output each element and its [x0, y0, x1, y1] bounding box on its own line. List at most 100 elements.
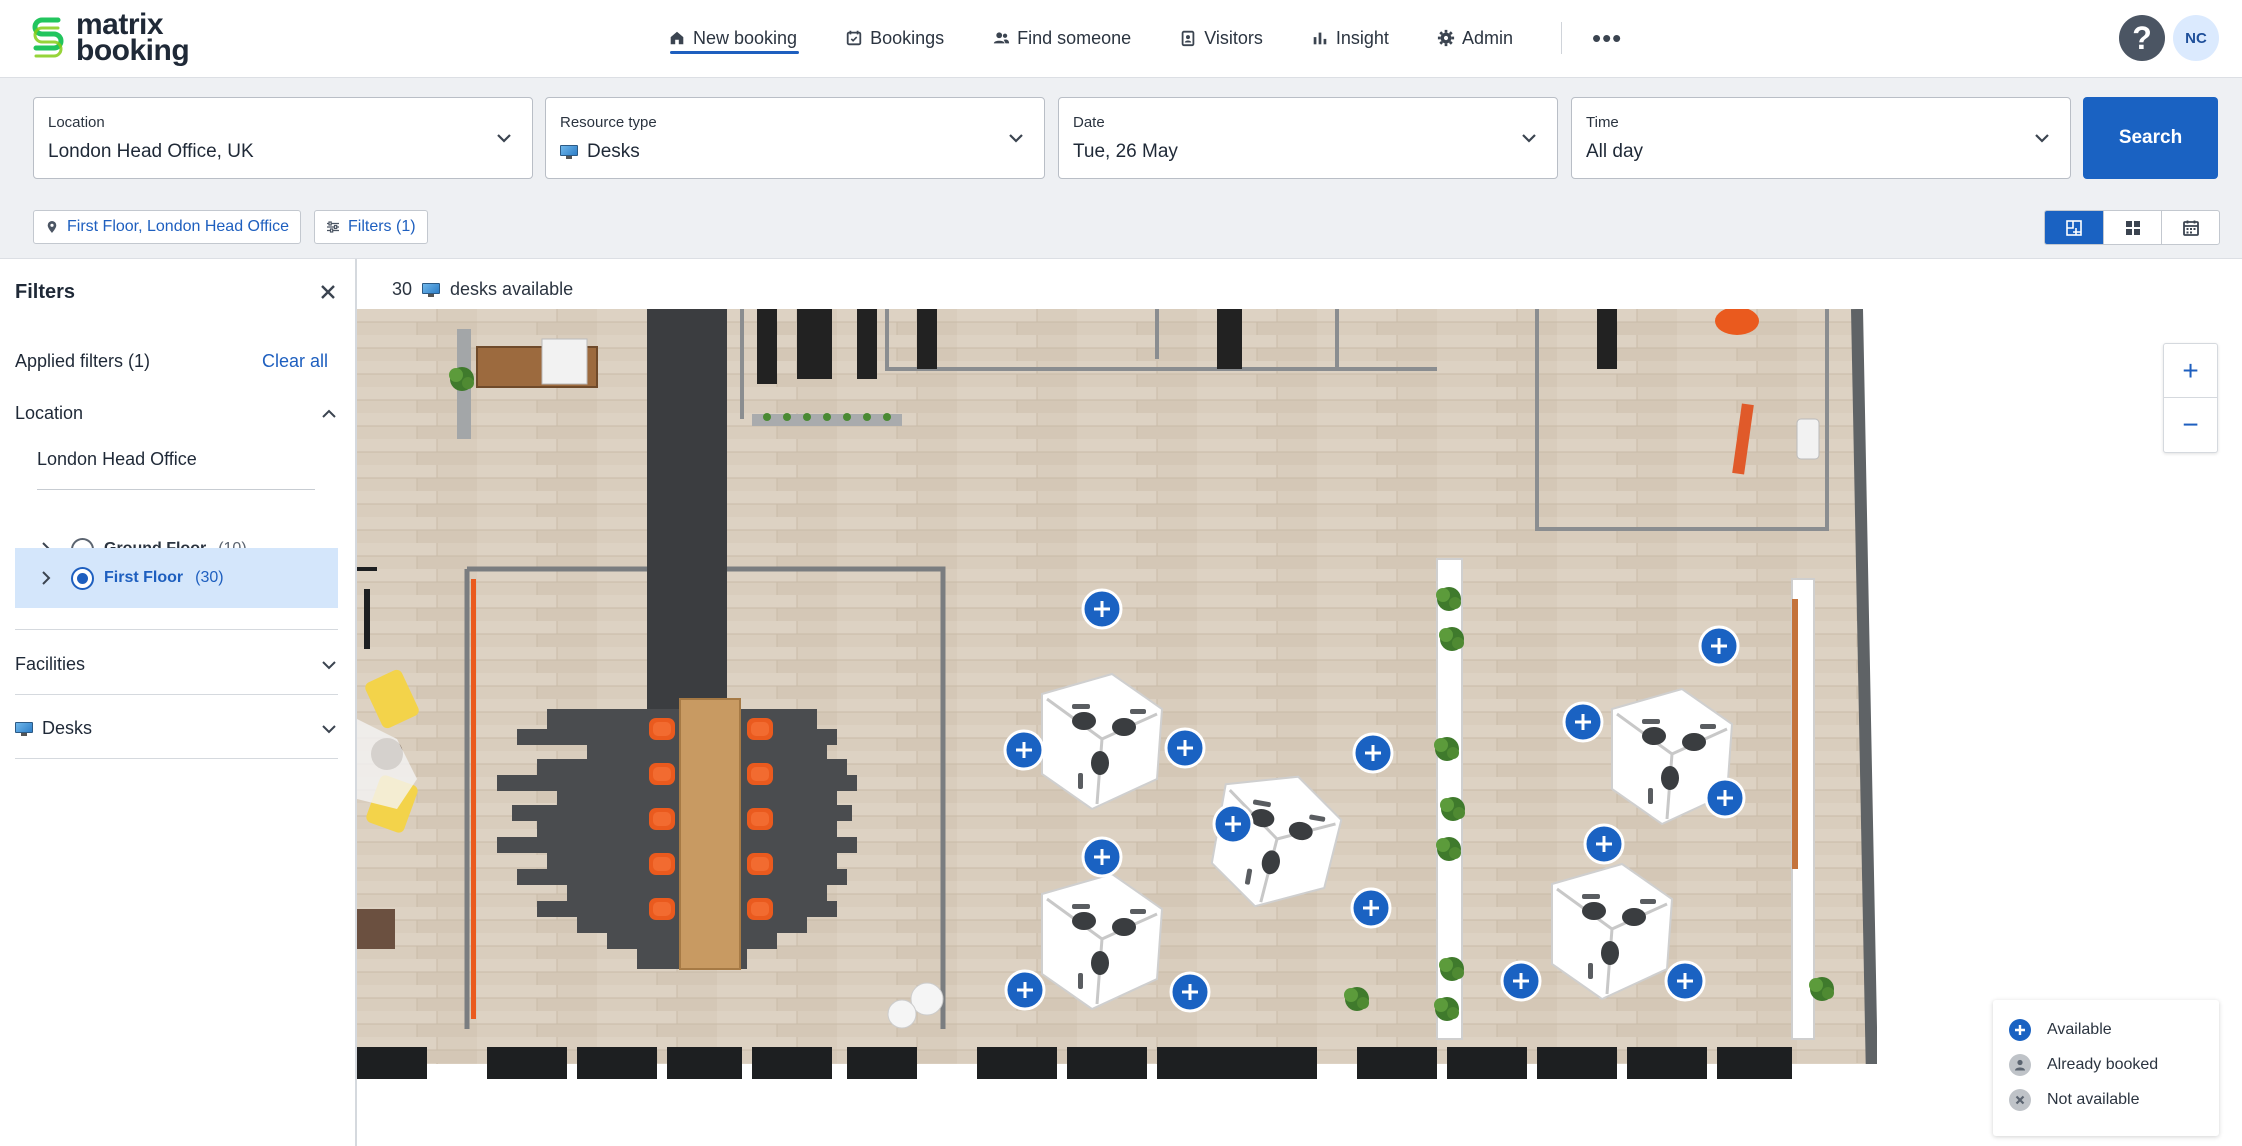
chevron-down-icon	[2035, 134, 2049, 143]
date-value: Tue, 26 May	[1073, 141, 1178, 162]
desk-available-marker[interactable]	[1583, 823, 1625, 865]
nav-find-someone[interactable]: Find someone	[992, 0, 1131, 76]
floorplan-view-button[interactable]	[2045, 211, 2103, 244]
facilities-section-label: Facilities	[15, 654, 86, 674]
applied-filters-label: Applied filters (1)	[15, 351, 151, 371]
desk-available-marker[interactable]	[1003, 729, 1045, 771]
available-text: desks available	[450, 279, 574, 299]
chevron-down-icon	[1009, 134, 1023, 143]
divider	[37, 489, 315, 490]
desk-available-marker[interactable]	[1212, 803, 1254, 845]
chevron-right-icon[interactable]	[39, 571, 53, 585]
location-name: London Head Office	[37, 449, 197, 469]
top-navigation-bar: matrix booking New booking Bookings Find…	[0, 0, 2242, 78]
main-nav: New booking Bookings Find someone Visito…	[668, 0, 1622, 76]
desk-available-marker[interactable]	[1500, 960, 1542, 1002]
search-button[interactable]: Search	[2083, 97, 2218, 179]
legend-unavailable: Not available	[1993, 1082, 2219, 1117]
visitor-badge-icon	[1181, 30, 1195, 47]
divider	[15, 694, 338, 695]
desk-available-marker[interactable]	[1664, 960, 1706, 1002]
floor-plan-map[interactable]	[357, 309, 1877, 1099]
facilities-section-toggle[interactable]: Facilities	[15, 654, 338, 675]
zoom-out-button[interactable]: −	[2164, 398, 2217, 452]
more-options-icon[interactable]: •••	[1592, 25, 1622, 51]
nav-visitors[interactable]: Visitors	[1179, 0, 1263, 76]
nav-divider	[1560, 22, 1562, 54]
nav-new-booking[interactable]: New booking	[668, 0, 800, 76]
bar-chart-icon	[1313, 32, 1327, 45]
nav-bookings[interactable]: Bookings	[845, 0, 944, 76]
grid-view-button[interactable]	[2103, 211, 2161, 244]
time-value: All day	[1586, 141, 1644, 162]
available-count-label: 30 desks available	[392, 279, 573, 300]
floorplan-panel: 30 desks available + − Available Already…	[357, 259, 2242, 1146]
date-label: Date	[1073, 114, 1105, 131]
logo-text: matrix booking	[76, 8, 190, 67]
location-chip-label: First Floor, London Head Office	[67, 218, 290, 235]
chevron-down-icon	[322, 725, 336, 734]
sliders-icon	[327, 221, 339, 233]
matrix-logo-icon	[32, 17, 64, 58]
desk-available-marker[interactable]	[1169, 971, 1211, 1013]
desk-available-marker[interactable]	[1081, 836, 1123, 878]
home-icon	[670, 31, 684, 45]
first-floor-radio[interactable]	[71, 566, 94, 590]
filter-chip-row: First Floor, London Head Office Filters …	[0, 195, 2242, 259]
monitor-icon	[422, 282, 441, 297]
calendar-view-icon	[2182, 220, 2199, 236]
location-chip[interactable]: First Floor, London Head Office	[33, 210, 302, 244]
desk-available-marker[interactable]	[1164, 727, 1206, 769]
nav-admin[interactable]: Admin	[1437, 0, 1513, 76]
view-toggle	[2044, 210, 2220, 245]
search-bar: Location London Head Office, UK Resource…	[0, 78, 2242, 195]
resource-type-value: Desks	[587, 141, 640, 162]
location-select[interactable]: Location London Head Office, UK	[33, 97, 533, 179]
desks-section-toggle[interactable]: Desks	[15, 718, 338, 739]
location-label: Location	[48, 114, 105, 131]
available-count: 30	[392, 279, 413, 299]
desk-available-marker[interactable]	[1704, 777, 1746, 819]
time-select[interactable]: Time All day	[1571, 97, 2071, 179]
desk-available-marker[interactable]	[1562, 701, 1604, 743]
desk-available-marker[interactable]	[1352, 732, 1394, 774]
zoom-in-button[interactable]: +	[2164, 344, 2217, 398]
filters-chip-label: Filters (1)	[348, 218, 416, 235]
plus-icon	[2009, 1018, 2031, 1041]
desk-available-marker[interactable]	[1350, 887, 1392, 929]
floor-count: (30)	[195, 569, 224, 586]
resource-type-value-wrap: Desks	[560, 141, 640, 163]
calendar-view-button[interactable]	[2161, 211, 2219, 244]
floor-name: First Floor	[104, 569, 184, 586]
close-icon[interactable]	[317, 281, 339, 303]
grid-view-icon	[2125, 220, 2140, 235]
floor-option-first-floor[interactable]: First Floor (30)	[15, 548, 338, 608]
filters-title: Filters	[15, 281, 76, 303]
user-avatar[interactable]: NC	[2173, 15, 2219, 61]
chevron-down-icon	[1522, 134, 1536, 143]
people-icon	[993, 32, 1010, 44]
desk-available-marker[interactable]	[1081, 588, 1123, 630]
divider	[15, 758, 338, 759]
desk-available-marker[interactable]	[1698, 625, 1740, 667]
desk-available-marker[interactable]	[1004, 969, 1046, 1011]
location-section-toggle[interactable]: Location	[15, 403, 338, 424]
date-select[interactable]: Date Tue, 26 May	[1058, 97, 1558, 179]
floorplan-view-icon	[2066, 219, 2082, 236]
legend-available: Available	[1993, 1012, 2219, 1047]
monitor-icon	[15, 721, 33, 736]
monitor-icon	[560, 145, 578, 159]
desks-section-label: Desks	[42, 718, 93, 738]
resource-type-select[interactable]: Resource type Desks	[545, 97, 1045, 179]
nav-insight[interactable]: Insight	[1311, 0, 1389, 76]
zoom-controls: + −	[2163, 343, 2218, 453]
help-button[interactable]: ?	[2119, 15, 2165, 61]
resource-type-label: Resource type	[560, 114, 657, 131]
cross-icon	[2009, 1088, 2031, 1111]
location-section-label: Location	[15, 403, 84, 423]
location-value: London Head Office, UK	[48, 141, 254, 162]
matrix-booking-logo[interactable]: matrix booking	[30, 8, 190, 67]
clear-all-link[interactable]: Clear all	[262, 351, 328, 372]
filters-chip[interactable]: Filters (1)	[314, 210, 428, 244]
filters-sidebar: Filters Applied filters (1) Clear all Lo…	[0, 259, 357, 1146]
